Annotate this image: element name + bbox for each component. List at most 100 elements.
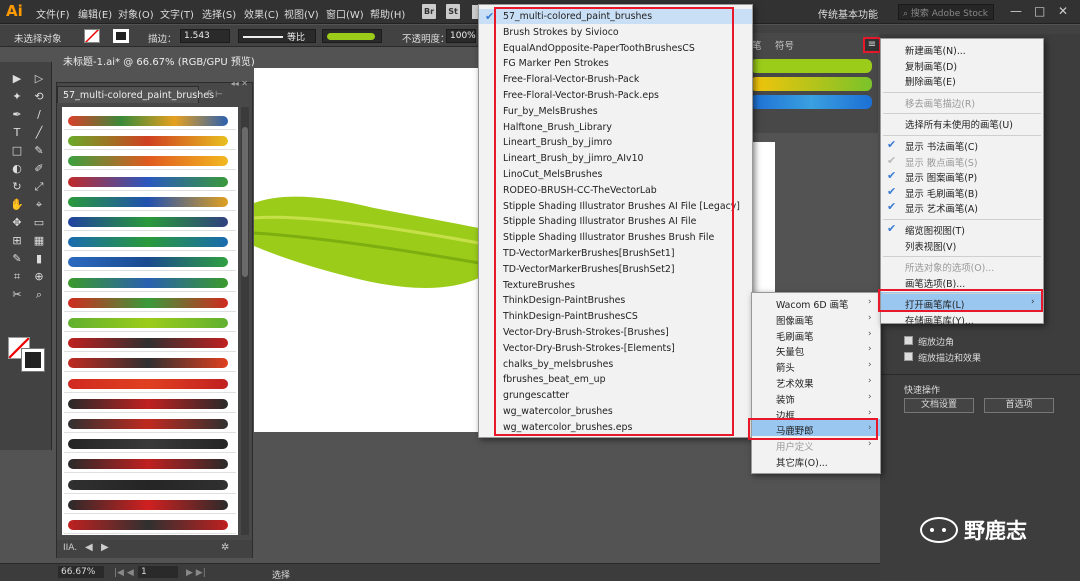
brush-thumbnail[interactable] bbox=[64, 111, 236, 130]
artboard-icon[interactable]: ⌗ bbox=[10, 270, 24, 284]
brush-thumbnail[interactable] bbox=[64, 414, 236, 433]
line-icon[interactable]: ╱ bbox=[32, 126, 46, 140]
opacity-field[interactable]: 100% bbox=[446, 29, 476, 43]
curvature-icon[interactable]: / bbox=[32, 108, 46, 122]
direct-selection-icon[interactable]: ▷ bbox=[32, 72, 46, 86]
close-icon[interactable]: ✕ bbox=[1058, 4, 1068, 18]
flyout-menu-item[interactable]: 复制画笔(D) bbox=[905, 59, 957, 73]
slice-icon[interactable]: ⊕ bbox=[32, 270, 46, 284]
brush-thumbnail[interactable] bbox=[64, 475, 236, 494]
flyout-menu-item[interactable]: 移去画笔描边(R) bbox=[905, 96, 975, 110]
brush-thumbnail[interactable] bbox=[64, 273, 236, 292]
warp-icon[interactable]: ✋ bbox=[10, 198, 24, 212]
menu-item[interactable]: 窗口(W) bbox=[326, 6, 364, 21]
zoom-icon[interactable]: ⌕ bbox=[32, 288, 46, 302]
submenu-item[interactable]: 用户定义 bbox=[776, 439, 814, 453]
brush-thumbnail[interactable] bbox=[64, 495, 236, 514]
pen-icon[interactable]: ✒ bbox=[10, 108, 24, 122]
menu-item[interactable]: 选择(S) bbox=[202, 6, 236, 21]
brush-thumbnail[interactable] bbox=[64, 374, 236, 393]
brush-thumbnail[interactable] bbox=[64, 192, 236, 211]
hand-icon[interactable]: ✂ bbox=[10, 288, 24, 302]
menu-item[interactable]: 帮助(H) bbox=[370, 6, 405, 21]
workspace-switcher[interactable]: 传统基本功能 bbox=[818, 6, 878, 21]
brush-thumbnail[interactable] bbox=[64, 131, 236, 151]
brush-swatch-yellow[interactable] bbox=[750, 77, 872, 91]
symbol-sprayer-icon[interactable]: ✥ bbox=[10, 216, 24, 230]
fill-swatch[interactable] bbox=[84, 29, 100, 43]
shaper-icon[interactable]: ◐ bbox=[10, 162, 24, 176]
stroke-color-icon[interactable] bbox=[21, 348, 45, 372]
stroke-swatch[interactable] bbox=[113, 29, 129, 43]
flyout-menu-item[interactable]: 显示 艺术画笔(A) bbox=[905, 201, 978, 215]
panel-menu-button[interactable]: ≡ bbox=[863, 37, 881, 53]
brush-thumbnail[interactable] bbox=[64, 434, 236, 454]
selection-tool-icon[interactable]: ▶ bbox=[10, 72, 24, 86]
menu-item[interactable]: 效果(C) bbox=[244, 6, 279, 21]
flyout-menu-item[interactable]: 新建画笔(N)... bbox=[905, 43, 966, 57]
menu-item[interactable]: 编辑(E) bbox=[78, 6, 112, 21]
menu-item[interactable]: 视图(V) bbox=[284, 6, 319, 21]
submenu-item[interactable]: 其它库(O)... bbox=[776, 455, 828, 469]
brush-thumbnail[interactable] bbox=[64, 293, 236, 312]
graph-icon[interactable]: ▭ bbox=[32, 216, 46, 230]
menu-item[interactable]: 对象(O) bbox=[118, 6, 154, 21]
flyout-menu-item[interactable]: 显示 毛刷画笔(B) bbox=[905, 186, 978, 200]
document-setup-button[interactable]: 文档设置 bbox=[904, 398, 974, 413]
submenu-item[interactable]: Wacom 6D 画笔 bbox=[776, 297, 848, 311]
maximize-icon[interactable]: □ bbox=[1034, 4, 1045, 18]
stock-button[interactable]: St bbox=[446, 4, 460, 19]
tab-brushes[interactable]: 笔 bbox=[752, 38, 762, 52]
type-icon[interactable]: T bbox=[10, 126, 24, 140]
eyedropper-icon[interactable]: ✎ bbox=[10, 252, 24, 266]
rectangle-icon[interactable]: □ bbox=[10, 144, 24, 158]
stock-search-input[interactable]: ⌕ 搜索 Adobe Stock bbox=[898, 4, 994, 20]
library-scrollbar[interactable] bbox=[241, 107, 249, 535]
brush-thumbnail[interactable] bbox=[64, 212, 236, 231]
brush-thumbnail[interactable] bbox=[64, 313, 236, 332]
brush-thumbnail[interactable] bbox=[64, 394, 236, 413]
tab-symbols[interactable]: 符号 bbox=[775, 38, 794, 52]
free-transform-icon[interactable]: ⌖ bbox=[32, 198, 46, 212]
artboard-nav-next-icon[interactable]: ▶ ▶| bbox=[186, 568, 206, 578]
artboard[interactable] bbox=[253, 68, 480, 432]
library-menu-icon[interactable]: IIA. bbox=[63, 543, 77, 553]
flyout-menu-item[interactable]: 显示 书法画笔(C) bbox=[905, 139, 978, 153]
rotate-icon[interactable]: ↻ bbox=[10, 180, 24, 194]
panel-collapse-icon[interactable]: ◂◂ ✕ bbox=[231, 79, 248, 88]
paintbrush-icon[interactable]: ✎ bbox=[32, 144, 46, 158]
brush-thumbnail[interactable] bbox=[64, 172, 236, 191]
stroke-profile-dropdown[interactable]: 等比 bbox=[238, 29, 316, 43]
library-tab-extra[interactable]: F ⊢ bbox=[207, 90, 223, 100]
brush-thumbnail[interactable] bbox=[64, 252, 236, 272]
mesh-icon[interactable]: ⊞ bbox=[10, 234, 24, 248]
minimize-icon[interactable]: — bbox=[1010, 4, 1022, 18]
menu-item[interactable]: 文字(T) bbox=[160, 6, 194, 21]
scale-strokes-checkbox[interactable] bbox=[904, 352, 913, 361]
submenu-item[interactable]: 图像画笔 bbox=[776, 313, 814, 327]
brush-swatch-green[interactable] bbox=[750, 59, 872, 73]
brush-swatch-blue[interactable] bbox=[750, 95, 872, 109]
flyout-menu-item[interactable]: 所选对象的选项(O)... bbox=[905, 260, 994, 274]
menu-item[interactable]: 文件(F) bbox=[36, 6, 70, 21]
submenu-item[interactable]: 艺术效果 bbox=[776, 376, 814, 390]
submenu-item[interactable]: 装饰 bbox=[776, 392, 795, 406]
magic-wand-icon[interactable]: ✦ bbox=[10, 90, 24, 104]
lasso-icon[interactable]: ⟲ bbox=[32, 90, 46, 104]
bridge-button[interactable]: Br bbox=[422, 4, 436, 19]
library-tools-icon[interactable]: ✲ bbox=[221, 542, 229, 553]
flyout-menu-item[interactable]: 画笔选项(B)... bbox=[905, 276, 965, 290]
gradient-icon[interactable]: ▦ bbox=[32, 234, 46, 248]
brush-thumbnail[interactable] bbox=[64, 232, 236, 252]
next-library-icon[interactable]: ▶ bbox=[101, 542, 109, 553]
scale-icon[interactable]: ⤢ bbox=[32, 180, 46, 194]
zoom-field[interactable]: 66.67% bbox=[58, 566, 104, 578]
brush-thumbnail[interactable] bbox=[64, 151, 236, 171]
flyout-menu-item[interactable]: 显示 图案画笔(P) bbox=[905, 170, 977, 184]
library-tab[interactable]: 57_multi-colored_paint_brushes bbox=[57, 86, 214, 103]
flyout-menu-item[interactable]: 列表视图(V) bbox=[905, 239, 956, 253]
brush-thumbnail[interactable] bbox=[64, 515, 236, 534]
flyout-menu-item[interactable]: 删除画笔(E) bbox=[905, 74, 956, 88]
brush-thumbnail[interactable] bbox=[64, 454, 236, 474]
prev-library-icon[interactable]: ◀ bbox=[85, 542, 93, 553]
